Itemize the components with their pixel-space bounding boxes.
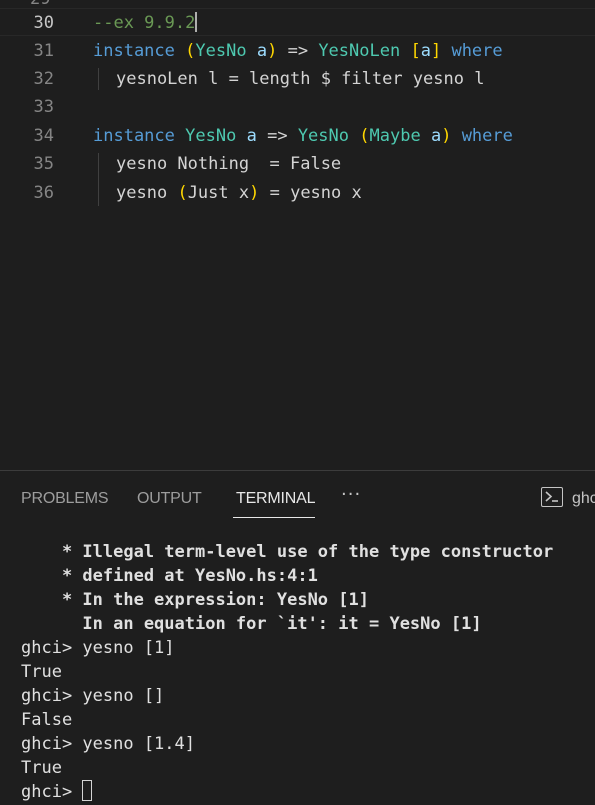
tab-output[interactable]: OUTPUT (137, 490, 202, 508)
type-var-token: a (420, 41, 431, 61)
operator-token: => (267, 126, 288, 146)
type-token: YesNo (297, 126, 349, 146)
active-tab-indicator (233, 517, 315, 518)
terminal-line: * Illegal term-level use of the type con… (21, 542, 554, 562)
paren-token: ( (185, 41, 196, 61)
type-token: Maybe (369, 126, 421, 146)
code-line-30[interactable]: 30 --ex 9.9.2 (0, 8, 595, 36)
bottom-panel: PROBLEMS OUTPUT TERMINAL ··· ghci * Ille… (0, 470, 595, 805)
keyword-token: where (461, 126, 513, 146)
paren-token: ) (267, 41, 278, 61)
operator-token: => (287, 41, 309, 61)
terminal-line: True (21, 662, 62, 682)
bracket-token: ] (430, 41, 442, 61)
keyword-token: where (451, 41, 503, 61)
indent-guide (98, 68, 99, 90)
terminal-icon[interactable] (541, 487, 563, 507)
code-text: yesnoLen l = length $ filter yesno l (116, 69, 485, 89)
terminal-cursor (82, 780, 93, 801)
line-number: 34 (33, 126, 54, 146)
more-actions-icon[interactable]: ··· (341, 484, 361, 505)
tab-terminal[interactable]: TERMINAL (236, 490, 316, 508)
code-line-36[interactable]: 36 yesno (Just x) = yesno x (0, 179, 595, 207)
paren-token: ) (441, 126, 452, 146)
terminal-line: True (21, 758, 62, 778)
code-text: = yesno x (269, 183, 362, 203)
terminal-line: * In the expression: YesNo [1] (21, 590, 369, 610)
code-text: Just x (187, 183, 250, 203)
terminal-name[interactable]: ghci (572, 490, 595, 508)
comment-token: --ex 9.9.2 (93, 13, 196, 33)
keyword-token: instance (93, 126, 175, 146)
type-token: YesNo (185, 126, 237, 146)
paren-token: ( (359, 126, 370, 146)
type-var-token: a (256, 41, 268, 61)
panel-tab-bar: PROBLEMS OUTPUT TERMINAL ··· ghci (0, 471, 595, 527)
code-line-31[interactable]: 31 instance (YesNo a) => YesNoLen [a] wh… (0, 37, 595, 65)
terminal-line: ghci> yesno [1] (21, 638, 175, 658)
type-token: YesNoLen (318, 41, 401, 61)
line-number: 33 (33, 97, 54, 117)
line-number-partial: 29 (30, 0, 50, 8)
tab-problems[interactable]: PROBLEMS (21, 490, 109, 508)
code-text: yesno (116, 183, 168, 203)
terminal-line: False (21, 710, 73, 730)
type-token: YesNo (195, 41, 247, 61)
code-line-34[interactable]: 34 instance YesNo a => YesNo (Maybe a) w… (0, 122, 595, 150)
terminal-prompt: ghci> (21, 782, 83, 802)
paren-token: ) (249, 183, 260, 203)
code-line-32[interactable]: 32 yesnoLen l = length $ filter yesno l (0, 65, 595, 93)
line-number: 30 (33, 13, 54, 33)
line-number: 31 (33, 41, 54, 61)
bracket-token: [ (410, 41, 421, 61)
keyword-token: instance (93, 41, 175, 61)
code-text: yesno Nothing = False (116, 154, 342, 174)
terminal-prompt-line[interactable]: ghci> (21, 780, 93, 804)
terminal-line: * defined at YesNo.hs:4:1 (21, 566, 318, 586)
text-cursor (195, 12, 198, 32)
code-line-33[interactable]: 33 (0, 93, 595, 121)
terminal-line: ghci> yesno [] (21, 686, 165, 706)
line-number: 32 (33, 69, 54, 89)
paren-token: ( (177, 183, 188, 203)
terminal-line: ghci> yesno [1.4] (21, 734, 195, 754)
line-number: 35 (33, 154, 54, 174)
code-line-35[interactable]: 35 yesno Nothing = False (0, 150, 595, 178)
code-editor[interactable]: 29 30 --ex 9.9.2 31 instance (YesNo a) =… (0, 0, 595, 470)
line-number: 36 (33, 183, 54, 203)
indent-guide (98, 153, 99, 206)
type-var-token: a (430, 126, 442, 146)
terminal-line: In an equation for `it': it = YesNo [1] (21, 614, 482, 634)
type-var-token: a (246, 126, 257, 146)
